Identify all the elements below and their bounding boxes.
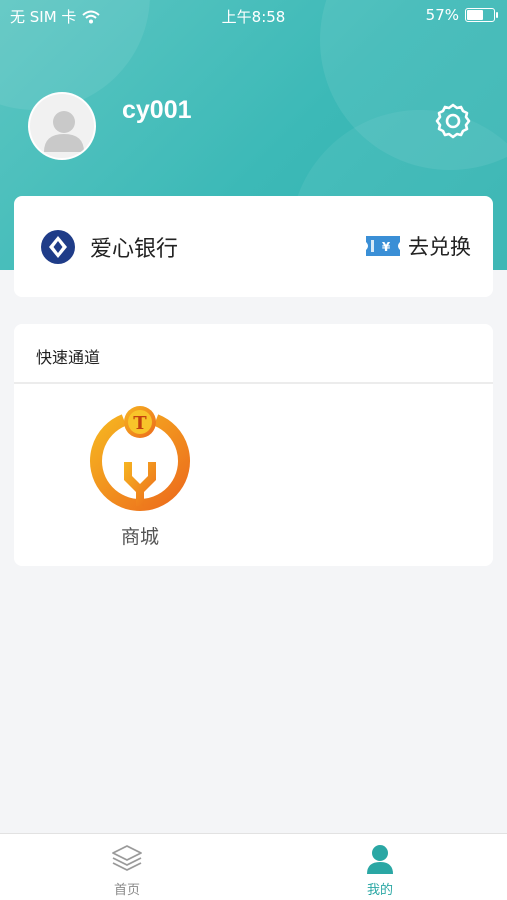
bank-card: 爱心银行 ¥ 去兑换 (14, 196, 493, 297)
tab-mine[interactable]: 我的 (320, 842, 440, 898)
tab-mine-label: 我的 (366, 883, 393, 898)
shop-label: 商城 (120, 526, 159, 548)
battery-icon (465, 8, 498, 22)
bank-logo-icon (41, 230, 75, 264)
bank-link[interactable]: 爱心银行 (40, 229, 178, 265)
status-bar: 无 SIM 卡 上午8:58 57% (0, 0, 507, 32)
tab-home[interactable]: 首页 (67, 842, 187, 898)
coupon-icon: ¥ (366, 236, 400, 256)
avatar[interactable] (28, 92, 96, 160)
gear-icon (435, 103, 471, 139)
shop-shortcut[interactable]: T 商城 (84, 402, 196, 549)
battery-percent: 57% (425, 6, 459, 24)
user-placeholder-icon (44, 111, 84, 152)
coupon-badge: ¥ (382, 240, 391, 254)
divider (14, 382, 493, 384)
layers-icon (112, 845, 142, 871)
tab-home-label: 首页 (113, 883, 140, 898)
battery-level (467, 10, 483, 20)
settings-button[interactable] (433, 102, 473, 142)
exchange-label: 去兑换 (408, 235, 471, 259)
user-icon (367, 845, 393, 874)
quick-access-title: 快速通道 (36, 348, 101, 367)
quick-access-card: 快速通道 T 商城 (14, 324, 493, 566)
bank-name: 爱心银行 (90, 237, 179, 262)
shop-logo-badge: T (133, 413, 147, 434)
username: cy001 (122, 96, 192, 124)
exchange-button[interactable]: ¥ 去兑换 (364, 231, 471, 261)
tab-bar: 首页 我的 (0, 833, 507, 900)
shop-logo-icon: T (90, 406, 190, 511)
